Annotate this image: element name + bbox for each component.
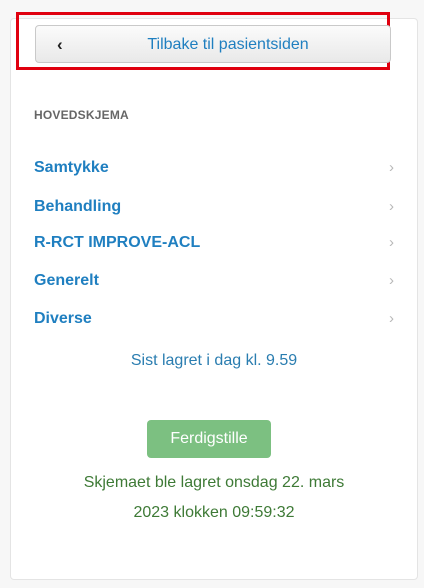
nav-item-label: Behandling: [34, 198, 122, 215]
nav-item-diverse[interactable]: Diverse ›: [34, 306, 394, 332]
save-message-line-2: 2023 klokken 09:59:32: [133, 504, 295, 521]
chevron-right-icon: ›: [389, 272, 394, 289]
chevron-right-icon: ›: [389, 159, 394, 176]
chevron-right-icon: ›: [389, 198, 394, 215]
complete-button[interactable]: Ferdigstille: [147, 420, 271, 458]
chevron-left-icon: ‹: [57, 35, 63, 54]
nav-item-behandling[interactable]: Behandling ›: [34, 194, 394, 220]
nav-item-label: Generelt: [34, 272, 99, 289]
chevron-right-icon: ›: [389, 234, 394, 251]
back-to-patient-button[interactable]: ‹ Tilbake til pasientsiden: [35, 25, 391, 63]
nav-item-label: Samtykke: [34, 159, 109, 176]
section-heading: HOVEDSKJEMA: [34, 108, 129, 122]
nav-item-generelt[interactable]: Generelt ›: [34, 268, 394, 294]
nav-item-label: Diverse: [34, 310, 92, 327]
back-button-label: Tilbake til pasientsiden: [147, 36, 309, 53]
last-saved-status: Sist lagret i dag kl. 9.59: [130, 352, 298, 369]
nav-item-label: R-RCT IMPROVE-ACL: [34, 234, 201, 251]
nav-item-samtykke[interactable]: Samtykke ›: [34, 155, 394, 181]
save-message-line-1: Skjemaet ble lagret onsdag 22. mars: [83, 474, 345, 491]
chevron-right-icon: ›: [389, 310, 394, 327]
nav-item-r-rct-improve-acl[interactable]: R-RCT IMPROVE-ACL ›: [34, 230, 394, 256]
save-confirmation-message: Skjemaet ble lagret onsdag 22. mars 2023…: [10, 468, 418, 528]
